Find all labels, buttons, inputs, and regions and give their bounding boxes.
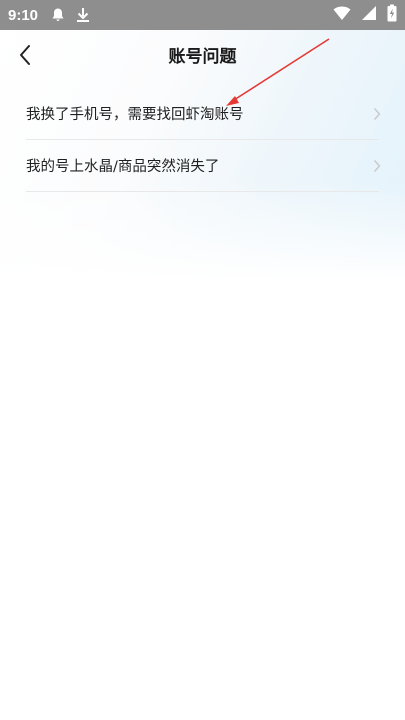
signal-icon [361, 5, 377, 25]
header-background-fade [0, 180, 405, 280]
notification-bell-icon [50, 7, 66, 23]
wifi-icon [333, 5, 351, 25]
list-item[interactable]: 我换了手机号，需要找回虾淘账号 [26, 88, 381, 140]
status-time: 9:10 [8, 6, 39, 24]
question-list: 我换了手机号，需要找回虾淘账号 我的号上水晶/商品突然消失了 [0, 88, 405, 192]
chevron-right-icon [373, 108, 381, 120]
status-bar: 9:10 [0, 0, 405, 30]
list-item-label: 我换了手机号，需要找回虾淘账号 [26, 107, 244, 123]
list-item-label: 我的号上水晶/商品突然消失了 [26, 159, 220, 175]
navigation-bar: 账号问题 [0, 30, 405, 78]
back-button[interactable] [10, 40, 40, 70]
chevron-right-icon [373, 160, 381, 172]
battery-icon [387, 4, 397, 26]
download-icon [76, 7, 90, 23]
chevron-left-icon [20, 45, 30, 65]
list-item[interactable]: 我的号上水晶/商品突然消失了 [26, 140, 381, 192]
page-title: 账号问题 [168, 46, 237, 67]
